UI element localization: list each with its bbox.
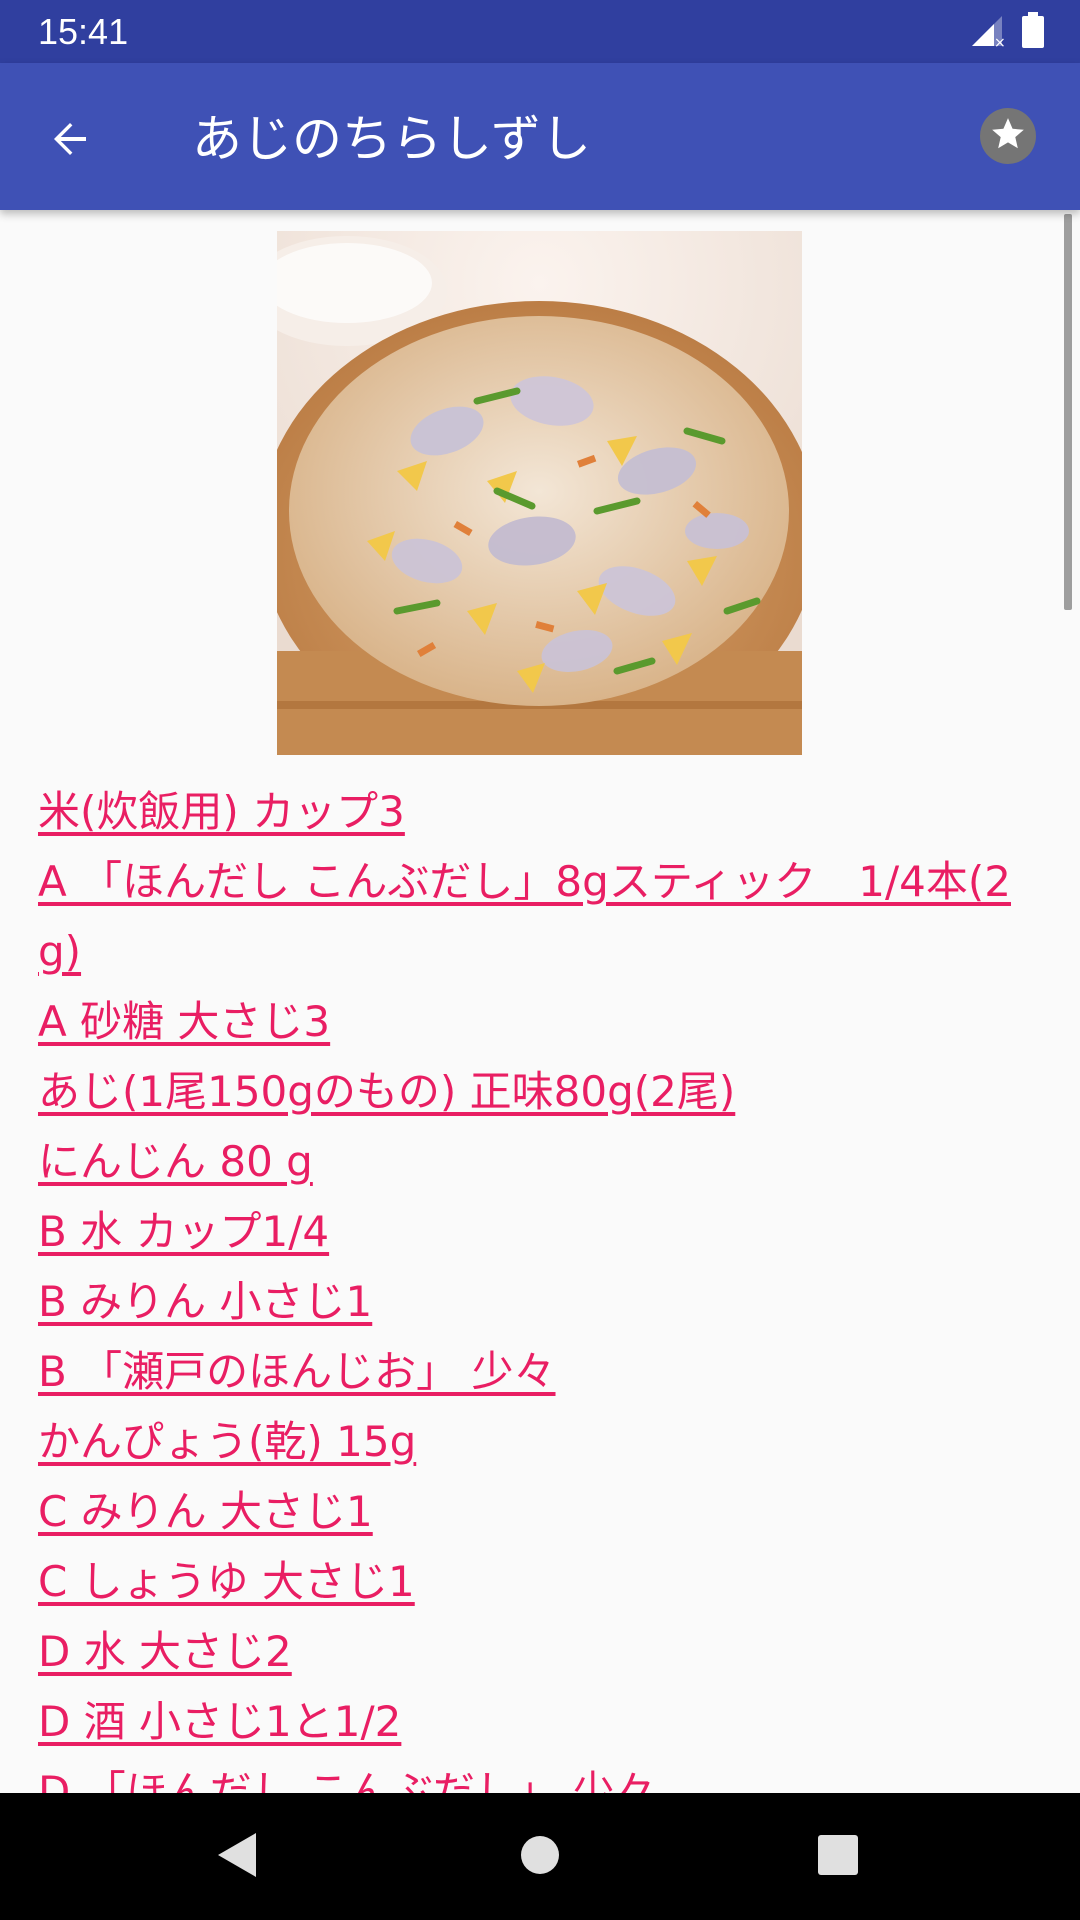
page-title: あじのちらしずし xyxy=(192,110,591,168)
home-circle-icon xyxy=(519,1834,561,1880)
ingredient-link[interactable]: かんぴょう(乾) 15g xyxy=(38,1407,1028,1477)
status-icons: × xyxy=(970,12,1044,52)
ingredient-link[interactable]: B 水 カップ1/4 xyxy=(38,1197,1028,1267)
recipe-photo xyxy=(277,231,802,755)
ingredient-link[interactable]: A 「ほんだし こんぶだし」8gスティック 1/4本(2g) xyxy=(38,847,1028,987)
status-time: 15:41 xyxy=(38,11,129,52)
nav-recents-button[interactable] xyxy=(800,1819,876,1895)
ingredient-link[interactable]: B みりん 小さじ1 xyxy=(38,1267,1028,1337)
ingredient-link[interactable]: にんじん 80 g xyxy=(38,1127,1028,1197)
back-triangle-icon xyxy=(216,1831,260,1883)
ingredient-link[interactable]: A 砂糖 大さじ3 xyxy=(38,987,1028,1057)
ingredient-link[interactable]: あじ(1尾150gのもの) 正味80g(2尾) xyxy=(38,1057,1028,1127)
recents-square-icon xyxy=(817,1834,859,1880)
back-button[interactable] xyxy=(30,101,110,181)
scrollbar[interactable] xyxy=(1064,214,1072,610)
ingredient-link[interactable]: B 「瀬戸のほんじお」 少々 xyxy=(38,1337,1028,1407)
svg-text:×: × xyxy=(994,35,1004,48)
ingredient-link[interactable]: D 水 大さじ2 xyxy=(38,1617,1028,1687)
ingredient-link[interactable]: D 「ほんだし こんぶだし」 少々 xyxy=(38,1757,1028,1793)
nav-home-button[interactable] xyxy=(502,1819,578,1895)
status-bar: 15:41 × xyxy=(0,0,1080,63)
ingredient-link[interactable]: D 酒 小さじ1と1/2 xyxy=(38,1687,1028,1757)
app-bar: あじのちらしずし xyxy=(0,63,1080,210)
favorite-button[interactable] xyxy=(980,108,1036,164)
ingredient-link[interactable]: C みりん 大さじ1 xyxy=(38,1477,1028,1547)
nav-back-button[interactable] xyxy=(200,1819,276,1895)
star-icon xyxy=(989,115,1027,157)
signal-icon: × xyxy=(970,14,1006,52)
ingredient-link[interactable]: C しょうゆ 大さじ1 xyxy=(38,1547,1028,1617)
arrow-back-icon xyxy=(46,115,94,167)
recipe-content[interactable]: 米(炊飯用) カップ3 A 「ほんだし こんぶだし」8gスティック 1/4本(2… xyxy=(0,210,1080,1793)
navigation-bar xyxy=(0,1793,1080,1920)
battery-icon xyxy=(1022,12,1044,52)
ingredient-list: 米(炊飯用) カップ3 A 「ほんだし こんぶだし」8gスティック 1/4本(2… xyxy=(38,777,1028,1793)
ingredient-link[interactable]: 米(炊飯用) カップ3 xyxy=(38,777,1028,847)
